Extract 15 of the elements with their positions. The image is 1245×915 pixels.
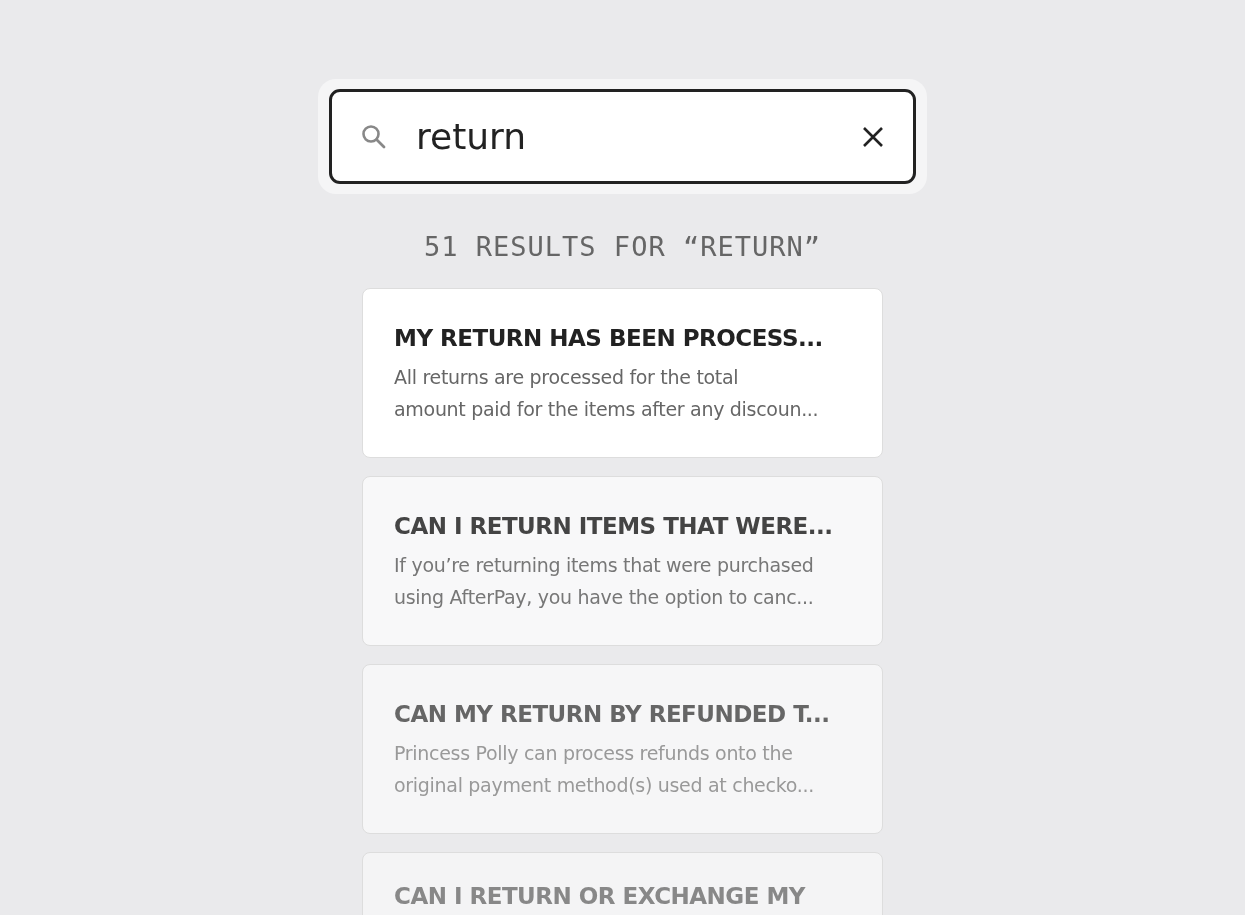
result-excerpt: All returns are processed for the total amount paid for the items after any discoun... — [394, 365, 820, 422]
search-icon — [360, 122, 388, 151]
result-card[interactable]: CAN MY RETURN BY REFUNDED T... Princess Polly can process refunds onto the original payment method(s) used at checko... — [362, 664, 883, 834]
result-title: CAN MY RETURN BY REFUNDED T... — [394, 701, 831, 727]
close-icon[interactable] — [861, 124, 885, 149]
results-count: 51 RESULTS FOR “RETURN” — [424, 231, 821, 262]
result-card[interactable]: CAN I RETURN ITEMS THAT WERE... If you’re returning items that were purchased using AfterPay, you have the option to canc... — [362, 476, 883, 646]
search-query: return — [416, 116, 528, 157]
result-title: CAN I RETURN ITEMS THAT WERE... — [394, 513, 834, 539]
search-field[interactable]: return — [329, 89, 916, 184]
result-excerpt: If you’re returning items that were purchased using AfterPay, you have the option to canc... — [394, 553, 815, 610]
result-title: MY RETURN HAS BEEN PROCESS... — [394, 325, 824, 351]
result-excerpt: Princess Polly can process refunds onto the original payment method(s) used at checko... — [394, 741, 815, 798]
result-card[interactable]: MY RETURN HAS BEEN PROCESS... All returns are processed for the total amount paid for the items after any discoun... — [362, 288, 883, 458]
result-title: CAN I RETURN OR EXCHANGE MY — [394, 883, 807, 909]
